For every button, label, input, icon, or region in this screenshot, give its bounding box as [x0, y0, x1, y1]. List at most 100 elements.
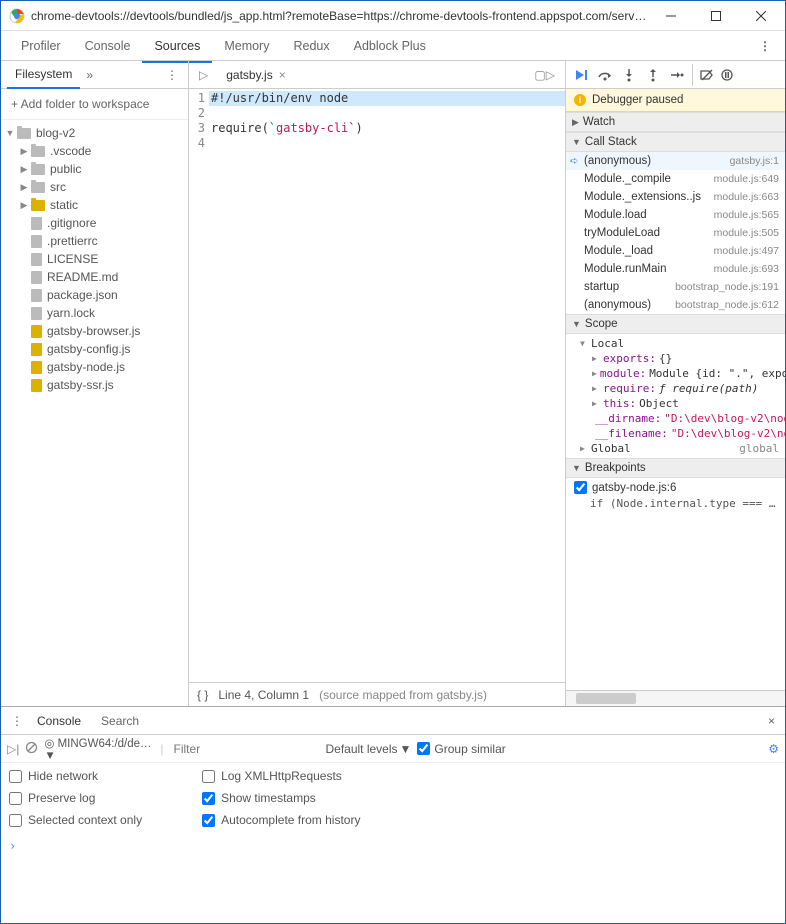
filesystem-tab[interactable]: Filesystem	[7, 61, 80, 89]
callstack-frame[interactable]: Module._compilemodule.js:649	[566, 170, 785, 188]
file-gatsby-browser-js[interactable]: gatsby-browser.js	[1, 322, 188, 340]
code-line-1[interactable]: #!/usr/bin/env node	[209, 91, 565, 106]
callstack-frame[interactable]: Module.runMainmodule.js:693	[566, 260, 785, 278]
callstack-frame[interactable]: startupbootstrap_node.js:191	[566, 278, 785, 296]
code-line-4[interactable]	[209, 136, 565, 151]
close-button[interactable]	[738, 1, 783, 30]
file-README-md[interactable]: README.md	[1, 268, 188, 286]
tab-sources[interactable]: Sources	[142, 31, 212, 63]
scope-local[interactable]: ▼Local	[566, 336, 785, 351]
scope-var-require[interactable]: ▶require: ƒ require(path)	[566, 381, 785, 396]
opt-preserve-log[interactable]: Preserve log	[9, 791, 142, 805]
console-settings-icon[interactable]: ⚙	[768, 742, 779, 756]
filter-input[interactable]	[169, 740, 319, 758]
opt-log-xmlhttprequests[interactable]: Log XMLHttpRequests	[202, 769, 360, 783]
file-package-json[interactable]: package.json	[1, 286, 188, 304]
file--gitignore[interactable]: .gitignore	[1, 214, 188, 232]
tab-profiler[interactable]: Profiler	[9, 31, 73, 61]
toggle-screencast-icon[interactable]: ▢▷	[530, 66, 559, 84]
show-console-sidebar-icon[interactable]: ▷|	[7, 742, 19, 756]
tab-console[interactable]: Console	[73, 31, 143, 61]
console-prompt[interactable]: ›	[1, 833, 785, 859]
console-tab[interactable]: Console	[27, 708, 91, 734]
drawer-menu-icon[interactable]: ⋮	[7, 710, 27, 732]
search-tab[interactable]: Search	[91, 708, 149, 734]
file--prettierrc[interactable]: .prettierrc	[1, 232, 188, 250]
cursor-position: Line 4, Column 1	[218, 688, 309, 702]
scope-var-__filename[interactable]: __filename: "D:\dev\blog-v2\node_m	[566, 426, 785, 441]
minimize-button[interactable]	[648, 1, 693, 30]
step-into-button[interactable]	[618, 64, 640, 86]
folder-public[interactable]: ▶public	[1, 160, 188, 178]
scope-var-__dirname[interactable]: __dirname: "D:\dev\blog-v2\node_mo	[566, 411, 785, 426]
context-selector[interactable]: ◎ MINGW64:/d/de… ▼	[44, 736, 154, 762]
step-button[interactable]	[666, 64, 688, 86]
folder--vscode[interactable]: ▶.vscode	[1, 142, 188, 160]
file-gatsby-node-js[interactable]: gatsby-node.js	[1, 358, 188, 376]
source-map-note: (source mapped from gatsby.js)	[319, 688, 487, 702]
scope-var-exports[interactable]: ▶exports: {}	[566, 351, 785, 366]
horizontal-scrollbar[interactable]	[566, 690, 785, 706]
watch-section[interactable]: ▶Watch	[566, 112, 785, 132]
debugger-paused-banner: i Debugger paused	[566, 89, 785, 112]
opt-autocomplete-from-history[interactable]: Autocomplete from history	[202, 813, 360, 827]
callstack-frame[interactable]: Module._loadmodule.js:497	[566, 242, 785, 260]
folder-icon	[31, 200, 45, 211]
clear-console-icon[interactable]	[25, 741, 38, 757]
file-gatsby-config-js[interactable]: gatsby-config.js	[1, 340, 188, 358]
tab-memory[interactable]: Memory	[212, 31, 281, 61]
maximize-button[interactable]	[693, 1, 738, 30]
pause-exceptions-button[interactable]	[716, 64, 738, 86]
folder-blog-v2[interactable]: ▼blog-v2	[1, 124, 188, 142]
callstack-frame[interactable]: (anonymous)gatsby.js:1	[566, 152, 785, 170]
step-over-button[interactable]	[594, 64, 616, 86]
code-editor[interactable]: 1234 #!/usr/bin/env noderequire(`gatsby-…	[189, 89, 565, 682]
callstack-frame[interactable]: Module._extensions..jsmodule.js:663	[566, 188, 785, 206]
file-tab-gatsby[interactable]: gatsby.js ×	[218, 64, 293, 86]
tab-adblock-plus[interactable]: Adblock Plus	[342, 31, 438, 61]
breakpoints-section[interactable]: ▼Breakpoints	[566, 458, 785, 478]
code-line-3[interactable]: require(`gatsby-cli`)	[209, 121, 565, 136]
close-tab-icon[interactable]: ×	[279, 68, 286, 82]
resume-button[interactable]	[570, 64, 592, 86]
file-icon	[31, 307, 42, 320]
scope-var-this[interactable]: ▶this: Object	[566, 396, 785, 411]
scope-section[interactable]: ▼Scope	[566, 314, 785, 334]
file-icon	[31, 325, 42, 338]
log-levels-selector[interactable]: Default levels ▼	[325, 742, 411, 756]
code-line-2[interactable]	[209, 106, 565, 121]
close-drawer-icon[interactable]: ×	[764, 710, 779, 732]
run-snippet-icon[interactable]: ▷	[195, 66, 212, 84]
folder-static[interactable]: ▶static	[1, 196, 188, 214]
folder-src[interactable]: ▶src	[1, 178, 188, 196]
folder-icon	[31, 182, 45, 193]
opt-selected-context-only[interactable]: Selected context only	[9, 813, 142, 827]
breakpoint-condition: if (Node.internal.type === 'Markd…	[566, 497, 785, 514]
file-LICENSE[interactable]: LICENSE	[1, 250, 188, 268]
console-drawer: ⋮ Console Search × ▷| ◎ MINGW64:/d/de… ▼…	[1, 706, 785, 859]
deactivate-breakpoints-button[interactable]	[692, 64, 714, 86]
breakpoint-item[interactable]: gatsby-node.js:6	[566, 478, 785, 497]
callstack-section[interactable]: ▼Call Stack	[566, 132, 785, 152]
navigator-menu-icon[interactable]: ⋮	[162, 64, 182, 86]
navigator-more-icon[interactable]: »	[80, 64, 99, 86]
file-icon	[31, 361, 42, 374]
callstack-frame[interactable]: tryModuleLoadmodule.js:505	[566, 224, 785, 242]
editor-panel: ▷ gatsby.js × ▢▷ 1234 #!/usr/bin/env nod…	[189, 61, 566, 706]
scope-var-module[interactable]: ▶module: Module {id: ".", exports:	[566, 366, 785, 381]
pretty-print-icon[interactable]: { }	[197, 688, 208, 702]
more-menu-icon[interactable]: ⋮	[753, 33, 777, 59]
tab-redux[interactable]: Redux	[281, 31, 341, 61]
breakpoint-checkbox[interactable]	[574, 481, 587, 494]
opt-hide-network[interactable]: Hide network	[9, 769, 142, 783]
scope-global[interactable]: ▶Globalglobal	[566, 441, 785, 456]
opt-show-timestamps[interactable]: Show timestamps	[202, 791, 360, 805]
file-yarn-lock[interactable]: yarn.lock	[1, 304, 188, 322]
callstack-frame[interactable]: Module.loadmodule.js:565	[566, 206, 785, 224]
add-folder-button[interactable]: + Add folder to workspace	[1, 89, 188, 120]
step-out-button[interactable]	[642, 64, 664, 86]
file-icon	[31, 343, 42, 356]
file-gatsby-ssr-js[interactable]: gatsby-ssr.js	[1, 376, 188, 394]
callstack-frame[interactable]: (anonymous)bootstrap_node.js:612	[566, 296, 785, 314]
group-similar-checkbox[interactable]: Group similar	[417, 742, 505, 756]
